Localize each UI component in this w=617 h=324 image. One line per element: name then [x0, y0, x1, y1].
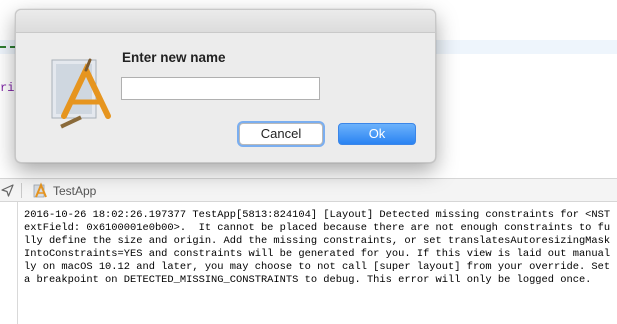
console-log-text: 2016-10-26 18:02:26.197377 TestApp[5813:…: [24, 209, 617, 286]
location-arrow-icon[interactable]: [0, 183, 16, 199]
change-marker: [0, 46, 16, 48]
rename-dialog: Enter new name Cancel Ok: [15, 9, 436, 163]
name-input[interactable]: [121, 77, 320, 100]
xcode-app-icon: [32, 182, 50, 200]
cancel-button[interactable]: Cancel: [239, 123, 323, 145]
xcode-app-icon: [46, 50, 120, 130]
target-label[interactable]: TestApp: [53, 184, 96, 198]
dialog-titlebar: [16, 10, 435, 33]
console-gutter: [17, 202, 18, 324]
dialog-title: Enter new name: [122, 50, 226, 65]
divider: [21, 183, 22, 198]
console-output[interactable]: 2016-10-26 18:02:26.197377 TestApp[5813:…: [0, 202, 617, 324]
debug-bar: TestApp: [0, 178, 617, 202]
ok-button[interactable]: Ok: [338, 123, 416, 145]
